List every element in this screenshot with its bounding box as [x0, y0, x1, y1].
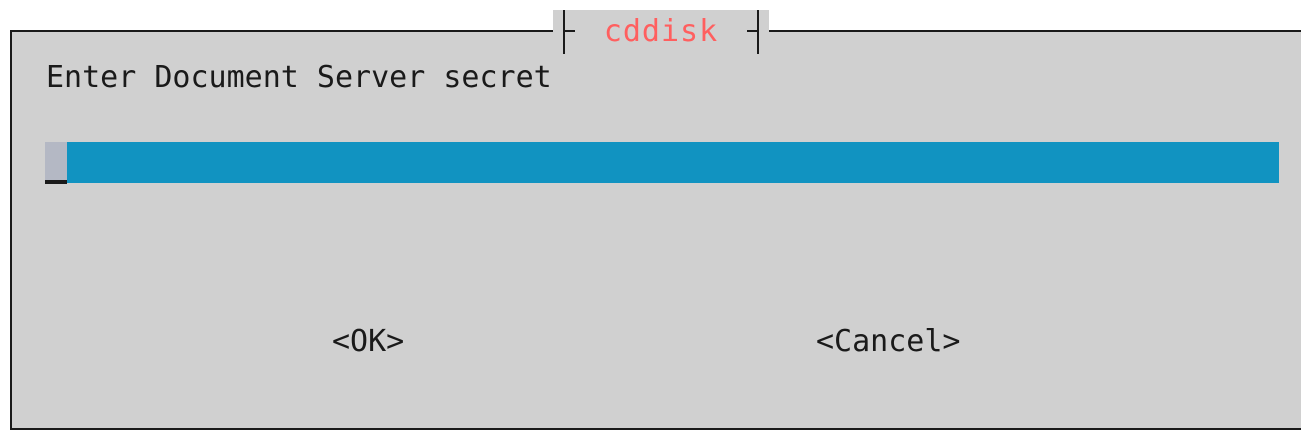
title-right-separator [747, 10, 759, 54]
secret-input-field[interactable] [45, 142, 1279, 183]
dialog-title: cddisk [603, 14, 719, 49]
ok-button[interactable]: <OK> [332, 320, 404, 364]
prompt-text: Enter Document Server secret [46, 60, 552, 95]
text-cursor [45, 142, 67, 180]
dialog-title-bar: cddisk [553, 10, 769, 54]
title-left-separator [563, 10, 575, 54]
cancel-button[interactable]: <Cancel> [816, 320, 961, 364]
cursor-underline [45, 180, 67, 184]
